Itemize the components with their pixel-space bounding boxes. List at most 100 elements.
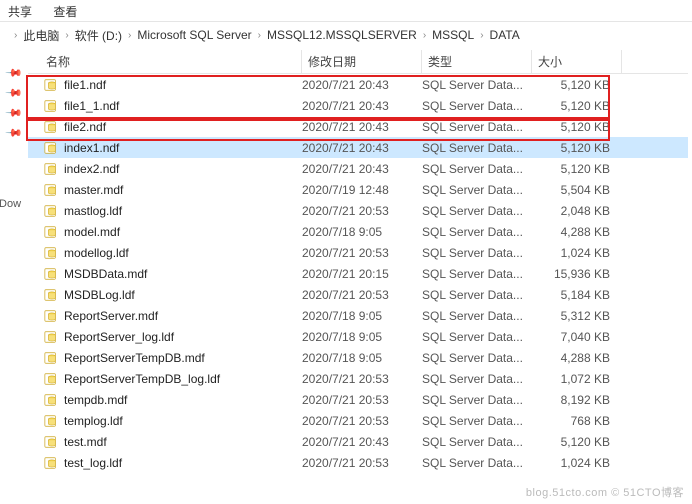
table-row[interactable]: ReportServerTempDB_log.ldf2020/7/21 20:5… (28, 368, 688, 389)
file-date: 2020/7/18 9:05 (302, 330, 422, 344)
file-name: model.mdf (64, 225, 120, 239)
file-type: SQL Server Data... (422, 120, 532, 134)
file-type: SQL Server Data... (422, 414, 532, 428)
file-date: 2020/7/19 12:48 (302, 183, 422, 197)
table-row[interactable]: index1.ndf2020/7/21 20:43SQL Server Data… (28, 137, 688, 158)
file-type: SQL Server Data... (422, 267, 532, 281)
crumb[interactable]: DATA (490, 28, 520, 42)
menu-item-view[interactable]: 查看 (53, 5, 77, 19)
file-name: templog.ldf (64, 414, 123, 428)
file-date: 2020/7/21 20:43 (302, 435, 422, 449)
table-row[interactable]: file1.ndf 2020/7/21 20:43SQL Server Data.… (28, 74, 688, 95)
crumb[interactable]: MSSQL12.MSSQLSERVER (267, 28, 417, 42)
file-date: 2020/7/21 20:53 (302, 456, 422, 470)
file-type: SQL Server Data... (422, 183, 532, 197)
file-size: 2,048 KB (532, 204, 622, 218)
pin-icon[interactable]: 📌 (6, 64, 23, 81)
file-date: 2020/7/21 20:43 (302, 120, 422, 134)
file-list-panel: 名称 修改日期 类型 大小 file1.ndf2020/7/21 20:43SQ… (28, 50, 688, 473)
file-size: 4,288 KB (532, 351, 622, 365)
file-type: SQL Server Data... (422, 78, 532, 92)
file-name: file2.ndf (64, 120, 106, 134)
file-type: SQL Server Data... (422, 309, 532, 323)
database-file-icon (44, 246, 58, 260)
file-date: 2020/7/21 20:53 (302, 246, 422, 260)
database-file-icon (44, 78, 58, 92)
table-row[interactable]: test_log.ldf 2020/7/21 20:53SQL Server Da… (28, 452, 688, 473)
crumb[interactable]: Microsoft SQL Server (137, 28, 251, 42)
pin-icon[interactable]: 📌 (6, 104, 23, 121)
database-file-icon (44, 141, 58, 155)
database-file-icon (44, 99, 58, 113)
file-size: 5,120 KB (532, 141, 622, 155)
database-file-icon (44, 435, 58, 449)
chevron-right-icon: › (14, 30, 17, 41)
table-row[interactable]: MSDBLog.ldf2020/7/21 20:53SQL Server Dat… (28, 284, 688, 305)
file-name: file1.ndf (64, 78, 106, 92)
file-type: SQL Server Data... (422, 288, 532, 302)
file-type: SQL Server Data... (422, 246, 532, 260)
database-file-icon (44, 456, 58, 470)
file-type: SQL Server Data... (422, 351, 532, 365)
table-row[interactable]: mastlog.ldf2020/7/21 20:53SQL Server Dat… (28, 200, 688, 221)
database-file-icon (44, 225, 58, 239)
file-name: MSDBLog.ldf (64, 288, 135, 302)
file-date: 2020/7/21 20:43 (302, 78, 422, 92)
file-date: 2020/7/18 9:05 (302, 351, 422, 365)
file-type: SQL Server Data... (422, 225, 532, 239)
header-type[interactable]: 类型 (422, 50, 532, 73)
pin-icon[interactable]: 📌 (6, 124, 23, 141)
table-row[interactable]: ReportServer_log.ldf 2020/7/18 9:05SQL Se… (28, 326, 688, 347)
table-row[interactable]: ReportServer.mdf2020/7/18 9:05SQL Server… (28, 305, 688, 326)
database-file-icon (44, 267, 58, 281)
table-row[interactable]: templog.ldf 2020/7/21 20:53SQL Server Dat… (28, 410, 688, 431)
file-name: ReportServer.mdf (64, 309, 158, 323)
file-type: SQL Server Data... (422, 99, 532, 113)
file-type: SQL Server Data... (422, 456, 532, 470)
file-name: ReportServerTempDB_log.ldf (64, 372, 220, 386)
crumb[interactable]: MSSQL (432, 28, 474, 42)
table-row[interactable]: file2.ndf 2020/7/21 20:43SQL Server Data.… (28, 116, 688, 137)
file-date: 2020/7/21 20:43 (302, 99, 422, 113)
database-file-icon (44, 162, 58, 176)
database-file-icon (44, 393, 58, 407)
table-row[interactable]: file1_1.ndf 2020/7/21 20:43SQL Server Dat… (28, 95, 688, 116)
header-date[interactable]: 修改日期 (302, 50, 422, 73)
crumb[interactable]: 此电脑 (23, 27, 59, 44)
table-row[interactable]: test.mdf2020/7/21 20:43SQL Server Data..… (28, 431, 688, 452)
file-name: ReportServer_log.ldf (64, 330, 174, 344)
file-type: SQL Server Data... (422, 330, 532, 344)
file-date: 2020/7/21 20:53 (302, 414, 422, 428)
file-name: index2.ndf (64, 162, 119, 176)
file-date: 2020/7/21 20:53 (302, 393, 422, 407)
file-size: 5,120 KB (532, 120, 622, 134)
file-size: 5,120 KB (532, 435, 622, 449)
table-row[interactable]: model.mdf2020/7/18 9:05SQL Server Data..… (28, 221, 688, 242)
column-headers: 名称 修改日期 类型 大小 (28, 50, 688, 74)
menu-item-share[interactable]: 共享 (8, 5, 32, 19)
chevron-right-icon: › (65, 30, 68, 41)
table-row[interactable]: master.mdf2020/7/19 12:48SQL Server Data… (28, 179, 688, 200)
file-size: 5,504 KB (532, 183, 622, 197)
chevron-right-icon: › (258, 30, 261, 41)
file-date: 2020/7/21 20:15 (302, 267, 422, 281)
file-name: file1_1.ndf (64, 99, 119, 113)
database-file-icon (44, 288, 58, 302)
file-size: 5,120 KB (532, 162, 622, 176)
file-name: MSDBData.mdf (64, 267, 147, 281)
header-size[interactable]: 大小 (532, 50, 622, 73)
table-row[interactable]: modellog.ldf2020/7/21 20:53SQL Server Da… (28, 242, 688, 263)
header-name[interactable]: 名称 (40, 50, 302, 73)
breadcrumb[interactable]: › 此电脑 › 软件 (D:) › Microsoft SQL Server ›… (0, 22, 692, 48)
table-row[interactable]: index2.ndf2020/7/21 20:43SQL Server Data… (28, 158, 688, 179)
file-name: test_log.ldf (64, 456, 122, 470)
database-file-icon (44, 309, 58, 323)
file-name: index1.ndf (64, 141, 119, 155)
table-row[interactable]: MSDBData.mdf 2020/7/21 20:15SQL Server Da… (28, 263, 688, 284)
file-type: SQL Server Data... (422, 372, 532, 386)
table-row[interactable]: tempdb.mdf2020/7/21 20:53SQL Server Data… (28, 389, 688, 410)
pin-icon[interactable]: 📌 (6, 84, 23, 101)
table-row[interactable]: ReportServerTempDB.mdf2020/7/18 9:05SQL … (28, 347, 688, 368)
database-file-icon (44, 330, 58, 344)
crumb[interactable]: 软件 (D:) (75, 27, 122, 44)
